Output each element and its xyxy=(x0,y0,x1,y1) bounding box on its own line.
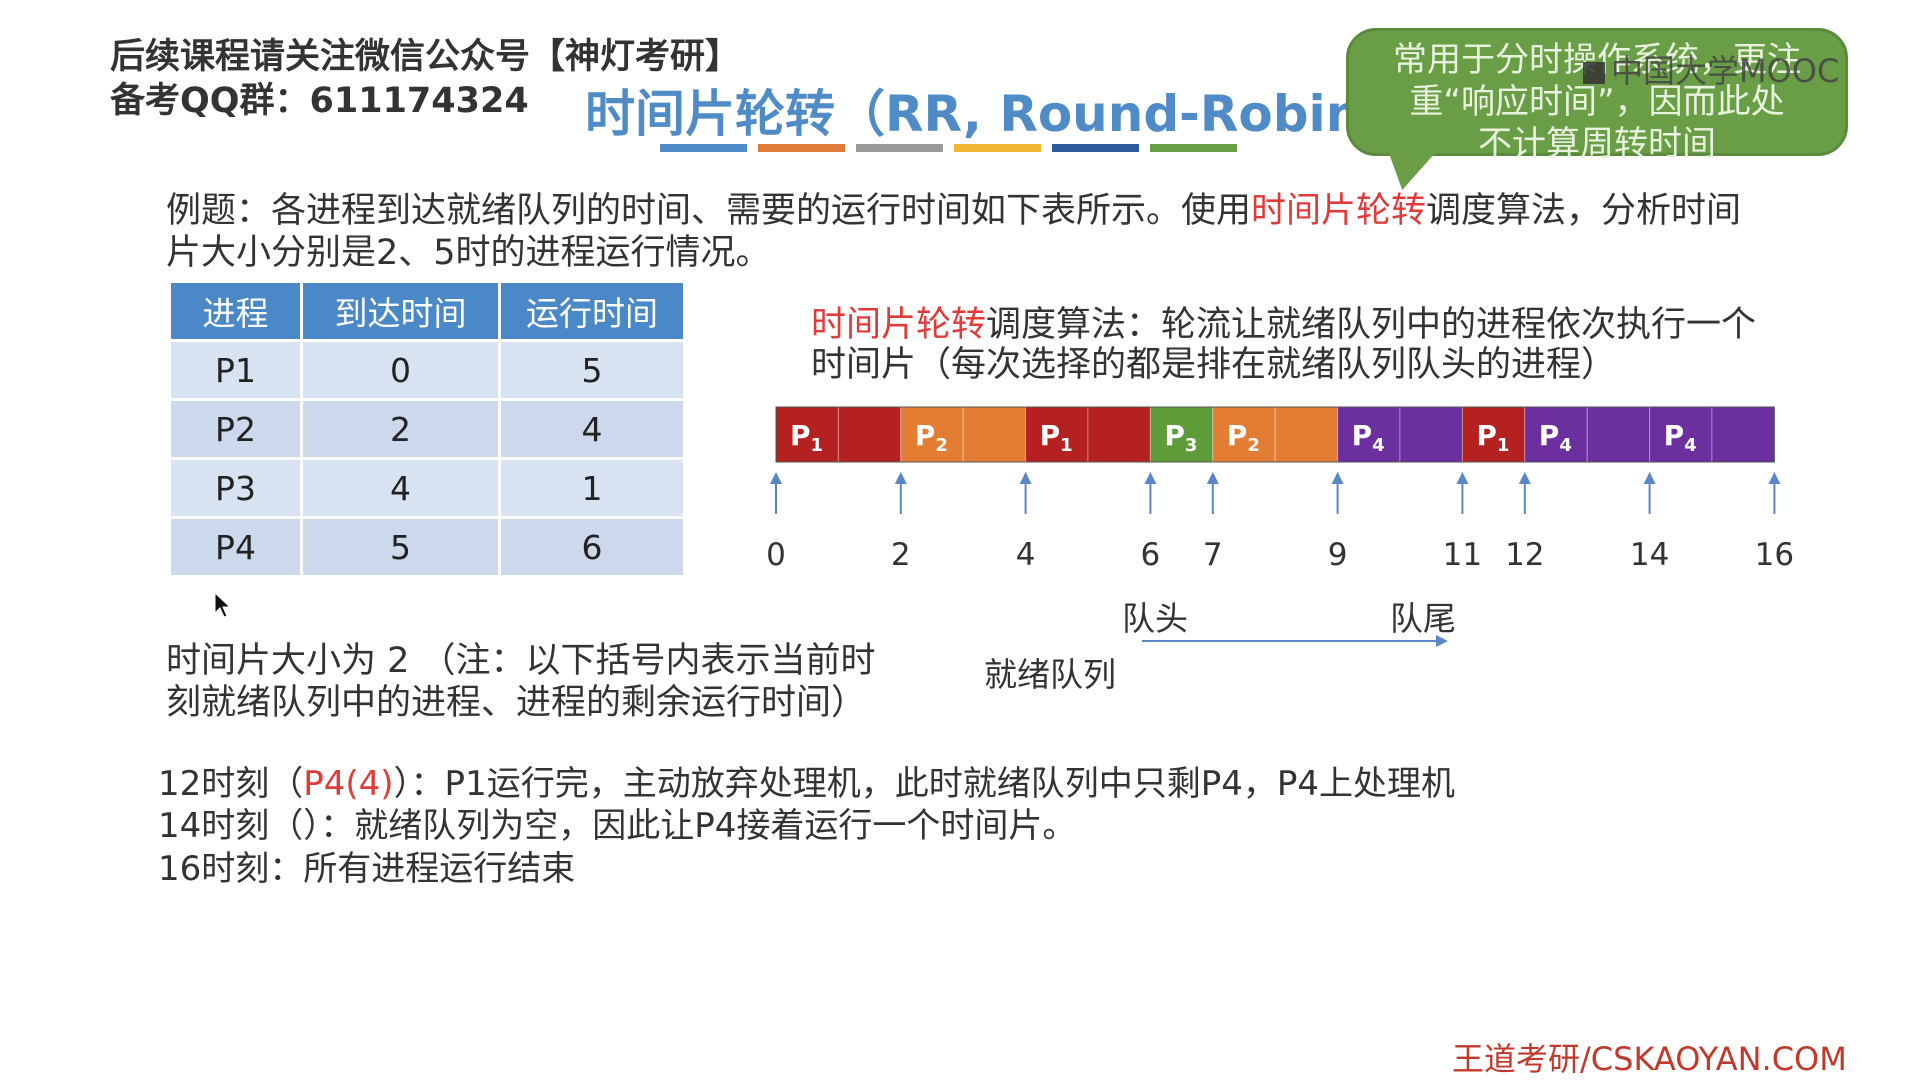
time-tick-label: 12 xyxy=(1505,537,1544,573)
gantt-segment xyxy=(1711,406,1775,463)
gantt-segment xyxy=(1399,406,1463,463)
time-tick-label: 11 xyxy=(1443,537,1482,573)
time-arrow-head xyxy=(1331,472,1344,484)
gantt-chart: P1 P2 P1 P3 P2 P4 P1 P4 P40 2 4 6 7 9 11 12 14 16 xyxy=(766,406,1794,647)
time-tick-label: 2 xyxy=(891,537,911,573)
queue-tail-label: 队尾 xyxy=(1390,599,1456,638)
step-text: 14时刻（）：就绪队列为空，因此让P4接着运行一个时间片。 xyxy=(158,806,1077,846)
time-arrow-head xyxy=(770,472,782,484)
gantt-segment xyxy=(1087,406,1151,463)
gantt-segment xyxy=(1274,406,1339,463)
time-arrow-head xyxy=(1206,472,1219,484)
time-tick-label: 9 xyxy=(1328,537,1348,573)
time-tick-label: 4 xyxy=(1016,537,1036,573)
step-line: 14时刻（）：就绪队列为空，因此让P4接着运行一个时间片。 xyxy=(158,798,1076,847)
mouse-cursor-icon xyxy=(214,592,232,618)
time-arrow-head xyxy=(1768,472,1781,484)
ready-queue-label: 就绪队列 xyxy=(984,655,1116,694)
step-line: 16时刻：所有进程运行结束 xyxy=(158,841,575,890)
queue-head-label: 队头 xyxy=(1122,599,1188,638)
time-arrow-head xyxy=(894,472,907,484)
gantt-segment xyxy=(837,406,902,463)
time-arrow-head xyxy=(1456,472,1469,484)
time-tick-label: 16 xyxy=(1755,537,1794,573)
time-slice-note: 时间片大小为 2 （注：以下括号内表示当前时刻就绪队列中的进程、进程的剩余运行时… xyxy=(166,641,876,723)
footer-brand: 王道考研/CSKAOYAN.COM xyxy=(1452,1040,1847,1078)
step-text: 16时刻：所有进程运行结束 xyxy=(158,849,576,889)
gantt-segment xyxy=(962,406,1027,463)
time-tick-label: 7 xyxy=(1203,537,1223,573)
time-arrow-head xyxy=(1518,472,1531,484)
time-tick-label: 6 xyxy=(1141,537,1161,573)
time-tick-label: 0 xyxy=(766,537,786,573)
gantt-segment xyxy=(1586,406,1651,463)
time-tick-label: 14 xyxy=(1630,537,1669,573)
time-arrow-head xyxy=(1144,472,1157,484)
time-arrow-head xyxy=(1643,472,1656,484)
time-arrow-head xyxy=(1019,472,1032,484)
